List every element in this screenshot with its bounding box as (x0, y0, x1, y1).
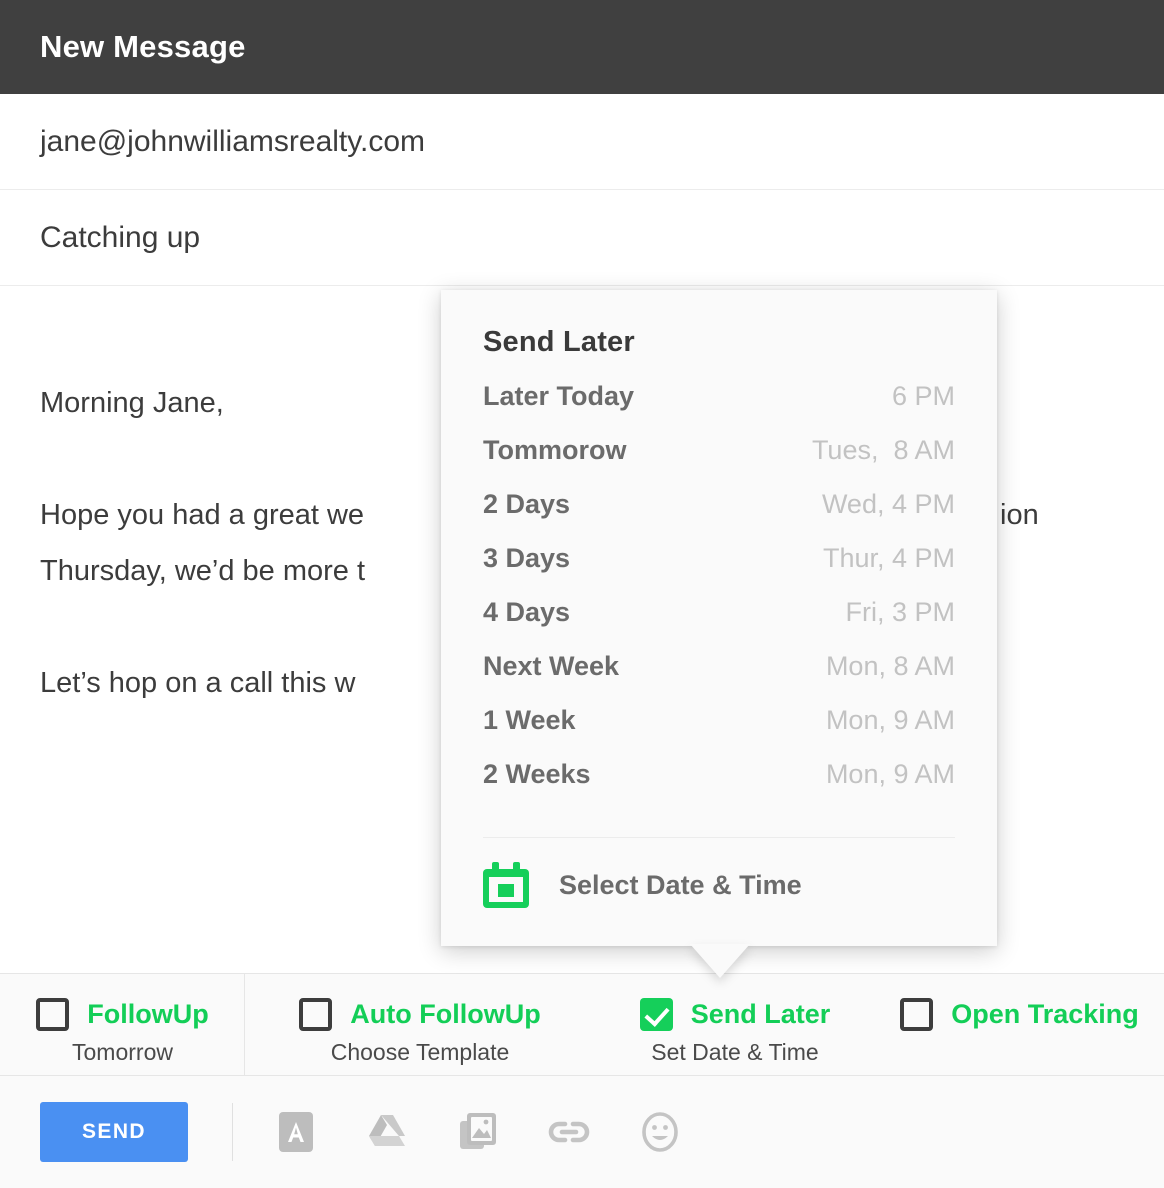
insert-link-icon[interactable] (546, 1109, 592, 1155)
send-later-option[interactable]: 2 Days Wed, 4 PM (483, 489, 955, 543)
send-later-popup: Send Later Later Today 6 PM Tommorow Tue… (441, 290, 997, 946)
option-send-later[interactable]: Send Later Set Date & Time (595, 974, 875, 1066)
option-time: Mon, 8 AM (825, 651, 955, 681)
option-time: Mon, 9 AM (825, 759, 955, 789)
format-text-icon[interactable] (273, 1109, 319, 1155)
popup-title: Send Later (483, 326, 635, 358)
new-message-compose-window: New Message jane@johnwilliamsrealty.com … (0, 0, 1164, 1188)
page-title: New Message (40, 29, 246, 64)
option-label: Next Week (483, 651, 620, 681)
option-time: 6 PM (891, 381, 955, 411)
recipient-field[interactable]: jane@johnwilliamsrealty.com (0, 94, 1164, 190)
subject-value: Catching up (40, 220, 201, 254)
option-label: 3 Days (483, 543, 571, 573)
followup-label: FollowUp (87, 999, 209, 1029)
option-label: Later Today (483, 381, 635, 411)
send-later-option[interactable]: 1 Week Mon, 9 AM (483, 705, 955, 759)
option-label: 1 Week (483, 705, 576, 735)
send-button[interactable]: SEND (40, 1102, 188, 1162)
compose-send-bar: SEND (0, 1076, 1164, 1188)
send-later-checkbox[interactable] (639, 998, 673, 1031)
send-later-option[interactable]: Later Today 6 PM (483, 381, 955, 435)
option-time: Tues, 8 AM (811, 435, 955, 465)
insert-emoji-icon[interactable] (637, 1109, 683, 1155)
body-text-fragment: ion (1000, 499, 1039, 531)
send-later-option[interactable]: 3 Days Thur, 4 PM (483, 543, 955, 597)
option-auto-followup[interactable]: Auto FollowUp Choose Template (245, 974, 595, 1066)
open-tracking-checkbox[interactable] (900, 998, 934, 1031)
compose-titlebar: New Message (0, 0, 1164, 94)
auto-followup-label: Auto FollowUp (350, 999, 541, 1029)
compose-options-row: FollowUp Tomorrow Auto FollowUp Choose T… (0, 973, 1164, 1076)
option-label: 2 Days (483, 489, 571, 519)
option-open-tracking[interactable]: Open Tracking (875, 974, 1164, 1039)
option-time: Thur, 4 PM (822, 543, 955, 573)
auto-followup-sublabel: Choose Template (330, 1039, 510, 1065)
insert-photo-icon[interactable] (455, 1109, 501, 1155)
subject-field[interactable]: Catching up (0, 190, 1164, 286)
select-date-time-label: Select Date & Time (559, 869, 802, 900)
send-later-option[interactable]: Next Week Mon, 8 AM (483, 651, 955, 705)
recipient-value: jane@johnwilliamsrealty.com (40, 124, 426, 158)
send-later-option[interactable]: Tommorow Tues, 8 AM (483, 435, 955, 489)
open-tracking-label: Open Tracking (951, 999, 1139, 1029)
select-date-time-button[interactable]: Select Date & Time (441, 838, 997, 932)
auto-followup-checkbox[interactable] (299, 998, 333, 1031)
option-time: Wed, 4 PM (821, 489, 955, 519)
send-later-label: Send Later (690, 999, 831, 1029)
followup-sublabel: Tomorrow (72, 1039, 173, 1065)
send-later-sublabel: Set Date & Time (651, 1039, 819, 1065)
send-later-option[interactable]: 2 Weeks Mon, 9 AM (483, 759, 955, 813)
option-label: Tommorow (483, 435, 627, 465)
option-time: Fri, 3 PM (845, 597, 955, 627)
popup-pointer-arrow (690, 944, 750, 978)
send-later-options-list: Later Today 6 PM Tommorow Tues, 8 AM 2 D… (441, 359, 997, 838)
option-followup[interactable]: FollowUp Tomorrow (0, 973, 245, 1076)
option-time: Mon, 9 AM (825, 705, 955, 735)
send-later-option[interactable]: 4 Days Fri, 3 PM (483, 597, 955, 651)
option-label: 2 Weeks (483, 759, 591, 789)
followup-checkbox[interactable] (36, 998, 70, 1031)
calendar-icon (483, 862, 529, 908)
google-drive-icon[interactable] (364, 1109, 410, 1155)
compose-tool-icons (233, 1109, 683, 1155)
option-label: 4 Days (483, 597, 571, 627)
